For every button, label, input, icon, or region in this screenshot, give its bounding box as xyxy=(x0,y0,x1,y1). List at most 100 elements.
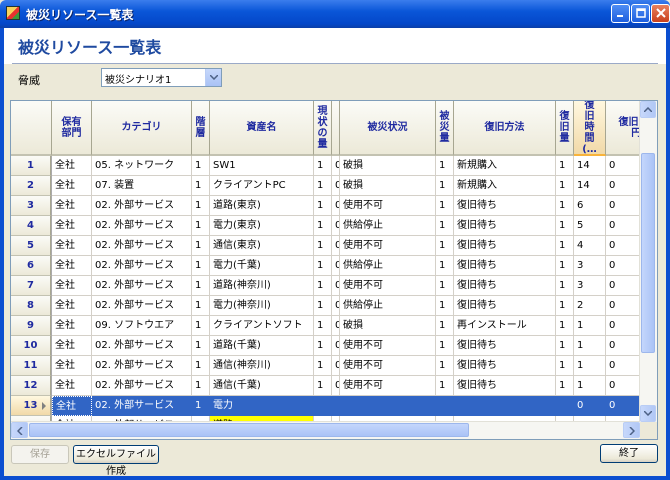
row-header[interactable]: 3 xyxy=(11,196,51,216)
cell-damage-status[interactable]: 破損 xyxy=(340,156,436,176)
cell-floor[interactable]: 1 xyxy=(192,396,210,416)
column-header-category[interactable]: カテゴリ xyxy=(92,101,192,156)
cell-damage-status[interactable]: 破損 xyxy=(340,176,436,196)
cell-recovered-qty[interactable]: 1 xyxy=(556,356,574,376)
cell-asset[interactable]: 通信(神奈川) xyxy=(210,356,314,376)
cell-current-qty[interactable]: 1 xyxy=(314,236,332,256)
cell-category[interactable]: 02. 外部サービス xyxy=(92,396,192,416)
cell-recovery-method[interactable]: 復旧待ち xyxy=(454,376,556,396)
cell-damage-qty[interactable]: 1 xyxy=(436,356,454,376)
cell-recovery-method[interactable]: 復旧待ち xyxy=(454,336,556,356)
table-row[interactable]: 13 全社 02. 外部サービス 1 電力 0 0 xyxy=(11,396,657,416)
cell-damage-status[interactable]: 使用不可 xyxy=(340,376,436,396)
cell-recovered-qty[interactable]: 1 xyxy=(556,236,574,256)
cell-recovery-method[interactable]: 新規購入 xyxy=(454,176,556,196)
cell-recovery-time[interactable]: 14 xyxy=(574,176,606,196)
cell-recovery-time[interactable]: 0 xyxy=(574,396,606,416)
table-row[interactable]: 12全社02. 外部サービス1通信(千葉)10使用不可1復旧待ち110 xyxy=(11,376,657,396)
cell-asset[interactable]: 道路(千葉) xyxy=(210,336,314,356)
cell-dept[interactable]: 全社 xyxy=(52,276,92,296)
cell-damage-status[interactable]: 使用不可 xyxy=(340,196,436,216)
cell-dept[interactable]: 全社 xyxy=(52,396,92,416)
cell-blank[interactable]: 0 xyxy=(332,276,340,296)
cell-damage-status[interactable]: 使用不可 xyxy=(340,236,436,256)
scroll-down-button[interactable] xyxy=(640,405,656,422)
cell-dept[interactable]: 全社 xyxy=(52,356,92,376)
cell-recovered-qty[interactable] xyxy=(556,396,574,416)
cell-current-qty[interactable]: 1 xyxy=(314,196,332,216)
cell-current-qty[interactable]: 1 xyxy=(314,216,332,236)
cell-asset[interactable]: クライアントPC xyxy=(210,176,314,196)
row-header[interactable]: 6 xyxy=(11,256,51,276)
cell-damage-qty[interactable]: 1 xyxy=(436,196,454,216)
cell-floor[interactable]: 1 xyxy=(192,276,210,296)
vertical-scroll-thumb[interactable] xyxy=(641,153,655,353)
table-row[interactable]: 8全社02. 外部サービス1電力(神奈川)10供給停止1復旧待ち120 xyxy=(11,296,657,316)
cell-recovery-time[interactable]: 14 xyxy=(574,156,606,176)
cell-asset[interactable]: 電力(神奈川) xyxy=(210,296,314,316)
scroll-left-button[interactable] xyxy=(11,422,28,438)
cell-current-qty[interactable]: 1 xyxy=(314,276,332,296)
table-row[interactable]: 9全社09. ソフトウエア1クライアントソフト10破損1再インストール110 xyxy=(11,316,657,336)
cell-dept[interactable]: 全社 xyxy=(52,176,92,196)
table-row[interactable]: 2全社07. 装置1クライアントPC10破損1新規購入1140 xyxy=(11,176,657,196)
table-row[interactable]: 6全社02. 外部サービス1電力(千葉)10供給停止1復旧待ち130 xyxy=(11,256,657,276)
cell-recovery-method[interactable]: 復旧待ち xyxy=(454,216,556,236)
cell-recovery-method[interactable]: 再インストール xyxy=(454,316,556,336)
cell-current-qty[interactable]: 1 xyxy=(314,156,332,176)
cell-damage-qty[interactable]: 1 xyxy=(436,216,454,236)
cell-asset[interactable]: SW1 xyxy=(210,156,314,176)
cell-recovered-qty[interactable]: 1 xyxy=(556,176,574,196)
cell-blank[interactable]: 0 xyxy=(332,376,340,396)
cell-damage-status[interactable]: 使用不可 xyxy=(340,336,436,356)
cell-blank[interactable]: 0 xyxy=(332,256,340,276)
cell-current-qty[interactable]: 1 xyxy=(314,376,332,396)
column-header-recovery-time[interactable]: 復 旧 時 間 (… xyxy=(574,101,606,156)
cell-recovered-qty[interactable]: 1 xyxy=(556,196,574,216)
cell-category[interactable]: 02. 外部サービス xyxy=(92,376,192,396)
column-header-recovery-method[interactable]: 復旧方法 xyxy=(454,101,556,156)
cell-damage-qty[interactable]: 1 xyxy=(436,296,454,316)
row-header[interactable]: 12 xyxy=(11,376,51,396)
column-header-blank[interactable] xyxy=(332,101,340,156)
cell-floor[interactable]: 1 xyxy=(192,356,210,376)
cell-recovery-time[interactable]: 1 xyxy=(574,336,606,356)
cell-recovery-method[interactable]: 復旧待ち xyxy=(454,356,556,376)
column-header-dept[interactable]: 保有 部門 xyxy=(52,101,92,156)
exit-button[interactable]: 終了 xyxy=(600,444,658,463)
cell-dept[interactable]: 全社 xyxy=(52,316,92,336)
cell-category[interactable]: 02. 外部サービス xyxy=(92,216,192,236)
cell-dept[interactable]: 全社 xyxy=(52,376,92,396)
cell-recovery-method[interactable]: 復旧待ち xyxy=(454,196,556,216)
cell-blank[interactable]: 0 xyxy=(332,296,340,316)
row-header[interactable]: 4 xyxy=(11,216,51,236)
cell-damage-status[interactable]: 破損 xyxy=(340,316,436,336)
cell-blank[interactable]: 0 xyxy=(332,156,340,176)
cell-category[interactable]: 02. 外部サービス xyxy=(92,276,192,296)
cell-damage-qty[interactable]: 1 xyxy=(436,176,454,196)
cell-damage-qty[interactable]: 1 xyxy=(436,336,454,356)
cell-recovered-qty[interactable]: 1 xyxy=(556,336,574,356)
create-excel-button[interactable]: エクセルファイル作成 xyxy=(73,445,159,477)
cell-floor[interactable]: 1 xyxy=(192,376,210,396)
table-row[interactable]: 7全社02. 外部サービス1道路(神奈川)10使用不可1復旧待ち130 xyxy=(11,276,657,296)
cell-floor[interactable]: 1 xyxy=(192,336,210,356)
cell-blank[interactable]: 0 xyxy=(332,216,340,236)
cell-damage-qty[interactable]: 1 xyxy=(436,316,454,336)
cell-blank[interactable]: 0 xyxy=(332,356,340,376)
cell-blank[interactable]: 0 xyxy=(332,316,340,336)
column-header-damage-status[interactable]: 被災状況 xyxy=(340,101,436,156)
table-row[interactable]: 4全社02. 外部サービス1電力(東京)10供給停止1復旧待ち150 xyxy=(11,216,657,236)
cell-current-qty[interactable]: 1 xyxy=(314,176,332,196)
cell-recovery-method[interactable]: 復旧待ち xyxy=(454,256,556,276)
cell-floor[interactable]: 1 xyxy=(192,156,210,176)
row-header[interactable]: 2 xyxy=(11,176,51,196)
title-bar[interactable]: 被災リソース一覧表 xyxy=(0,0,670,28)
cell-recovered-qty[interactable]: 1 xyxy=(556,296,574,316)
scroll-up-button[interactable] xyxy=(640,101,656,118)
row-header[interactable]: 8 xyxy=(11,296,51,316)
cell-recovery-time[interactable]: 1 xyxy=(574,376,606,396)
cell-damage-qty[interactable]: 1 xyxy=(436,156,454,176)
cell-recovery-time[interactable]: 5 xyxy=(574,216,606,236)
cell-damage-qty[interactable]: 1 xyxy=(436,376,454,396)
